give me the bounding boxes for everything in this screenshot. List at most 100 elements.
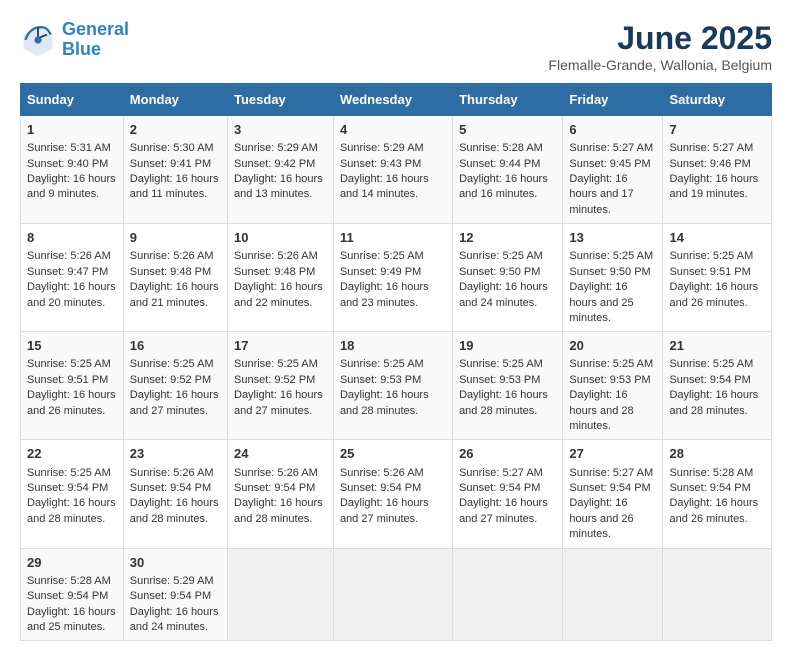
- table-row: 16 Sunrise: 5:25 AM Sunset: 9:52 PM Dayl…: [123, 332, 227, 440]
- sunrise-text: Sunrise: 5:26 AM: [130, 250, 214, 262]
- table-row: 27 Sunrise: 5:27 AM Sunset: 9:54 PM Dayl…: [563, 440, 663, 548]
- sunrise-text: Sunrise: 5:31 AM: [27, 142, 111, 154]
- table-row: 15 Sunrise: 5:25 AM Sunset: 9:51 PM Dayl…: [21, 332, 124, 440]
- daylight-text: Daylight: 16 hours and 24 minutes.: [459, 281, 548, 308]
- table-row: 10 Sunrise: 5:26 AM Sunset: 9:48 PM Dayl…: [228, 224, 334, 332]
- sunset-text: Sunset: 9:53 PM: [569, 374, 650, 386]
- sunset-text: Sunset: 9:54 PM: [27, 590, 108, 602]
- col-wednesday: Wednesday: [333, 84, 452, 116]
- daylight-text: Daylight: 16 hours and 17 minutes.: [569, 173, 633, 216]
- sunset-text: Sunset: 9:41 PM: [130, 158, 211, 170]
- sunset-text: Sunset: 9:51 PM: [27, 374, 108, 386]
- sunset-text: Sunset: 9:54 PM: [340, 482, 421, 494]
- sunrise-text: Sunrise: 5:30 AM: [130, 142, 214, 154]
- daylight-text: Daylight: 16 hours and 16 minutes.: [459, 173, 548, 200]
- daylight-text: Daylight: 16 hours and 23 minutes.: [340, 281, 429, 308]
- sunrise-text: Sunrise: 5:25 AM: [569, 250, 653, 262]
- day-number: 8: [27, 229, 117, 247]
- logo-icon: [20, 22, 56, 58]
- table-row: 7 Sunrise: 5:27 AM Sunset: 9:46 PM Dayli…: [663, 116, 772, 224]
- day-number: 16: [130, 337, 221, 355]
- day-number: 2: [130, 121, 221, 139]
- daylight-text: Daylight: 16 hours and 11 minutes.: [130, 173, 219, 200]
- sunset-text: Sunset: 9:53 PM: [459, 374, 540, 386]
- day-number: 17: [234, 337, 327, 355]
- daylight-text: Daylight: 16 hours and 14 minutes.: [340, 173, 429, 200]
- table-row: 17 Sunrise: 5:25 AM Sunset: 9:52 PM Dayl…: [228, 332, 334, 440]
- day-number: 9: [130, 229, 221, 247]
- daylight-text: Daylight: 16 hours and 13 minutes.: [234, 173, 323, 200]
- sunrise-text: Sunrise: 5:26 AM: [340, 467, 424, 479]
- subtitle: Flemalle-Grande, Wallonia, Belgium: [548, 57, 772, 73]
- day-number: 25: [340, 445, 446, 463]
- daylight-text: Daylight: 16 hours and 28 minutes.: [27, 497, 116, 524]
- daylight-text: Daylight: 16 hours and 27 minutes.: [459, 497, 548, 524]
- table-row: 12 Sunrise: 5:25 AM Sunset: 9:50 PM Dayl…: [453, 224, 563, 332]
- sunrise-text: Sunrise: 5:27 AM: [569, 467, 653, 479]
- sunrise-text: Sunrise: 5:25 AM: [340, 250, 424, 262]
- calendar-table: Sunday Monday Tuesday Wednesday Thursday…: [20, 83, 772, 641]
- calendar-week-row: 15 Sunrise: 5:25 AM Sunset: 9:51 PM Dayl…: [21, 332, 772, 440]
- day-number: 18: [340, 337, 446, 355]
- sunrise-text: Sunrise: 5:25 AM: [234, 358, 318, 370]
- logo-line1: General: [62, 19, 129, 39]
- col-friday: Friday: [563, 84, 663, 116]
- sunset-text: Sunset: 9:52 PM: [130, 374, 211, 386]
- sunrise-text: Sunrise: 5:25 AM: [459, 250, 543, 262]
- daylight-text: Daylight: 16 hours and 27 minutes.: [130, 389, 219, 416]
- daylight-text: Daylight: 16 hours and 21 minutes.: [130, 281, 219, 308]
- sunset-text: Sunset: 9:54 PM: [669, 374, 750, 386]
- day-number: 28: [669, 445, 765, 463]
- sunrise-text: Sunrise: 5:27 AM: [669, 142, 753, 154]
- table-row: 20 Sunrise: 5:25 AM Sunset: 9:53 PM Dayl…: [563, 332, 663, 440]
- daylight-text: Daylight: 16 hours and 9 minutes.: [27, 173, 116, 200]
- daylight-text: Daylight: 16 hours and 20 minutes.: [27, 281, 116, 308]
- day-number: 11: [340, 229, 446, 247]
- sunrise-text: Sunrise: 5:26 AM: [27, 250, 111, 262]
- table-row: 5 Sunrise: 5:28 AM Sunset: 9:44 PM Dayli…: [453, 116, 563, 224]
- day-number: 21: [669, 337, 765, 355]
- sunset-text: Sunset: 9:53 PM: [340, 374, 421, 386]
- daylight-text: Daylight: 16 hours and 27 minutes.: [340, 497, 429, 524]
- sunset-text: Sunset: 9:54 PM: [669, 482, 750, 494]
- sunrise-text: Sunrise: 5:28 AM: [669, 467, 753, 479]
- table-row: 2 Sunrise: 5:30 AM Sunset: 9:41 PM Dayli…: [123, 116, 227, 224]
- sunrise-text: Sunrise: 5:29 AM: [340, 142, 424, 154]
- day-number: 19: [459, 337, 556, 355]
- sunset-text: Sunset: 9:54 PM: [234, 482, 315, 494]
- sunrise-text: Sunrise: 5:25 AM: [669, 358, 753, 370]
- table-row: 23 Sunrise: 5:26 AM Sunset: 9:54 PM Dayl…: [123, 440, 227, 548]
- table-row: [563, 548, 663, 641]
- calendar-week-row: 29 Sunrise: 5:28 AM Sunset: 9:54 PM Dayl…: [21, 548, 772, 641]
- sunset-text: Sunset: 9:52 PM: [234, 374, 315, 386]
- table-row: [663, 548, 772, 641]
- daylight-text: Daylight: 16 hours and 28 minutes.: [234, 497, 323, 524]
- sunrise-text: Sunrise: 5:25 AM: [27, 358, 111, 370]
- day-number: 23: [130, 445, 221, 463]
- sunset-text: Sunset: 9:47 PM: [27, 266, 108, 278]
- col-monday: Monday: [123, 84, 227, 116]
- calendar-week-row: 1 Sunrise: 5:31 AM Sunset: 9:40 PM Dayli…: [21, 116, 772, 224]
- daylight-text: Daylight: 16 hours and 25 minutes.: [569, 281, 633, 324]
- table-row: 29 Sunrise: 5:28 AM Sunset: 9:54 PM Dayl…: [21, 548, 124, 641]
- day-number: 22: [27, 445, 117, 463]
- sunrise-text: Sunrise: 5:25 AM: [340, 358, 424, 370]
- day-number: 4: [340, 121, 446, 139]
- sunrise-text: Sunrise: 5:25 AM: [459, 358, 543, 370]
- daylight-text: Daylight: 16 hours and 28 minutes.: [459, 389, 548, 416]
- sunset-text: Sunset: 9:40 PM: [27, 158, 108, 170]
- day-number: 24: [234, 445, 327, 463]
- calendar-week-row: 8 Sunrise: 5:26 AM Sunset: 9:47 PM Dayli…: [21, 224, 772, 332]
- day-number: 12: [459, 229, 556, 247]
- daylight-text: Daylight: 16 hours and 28 minutes.: [569, 389, 633, 432]
- sunset-text: Sunset: 9:54 PM: [569, 482, 650, 494]
- sunrise-text: Sunrise: 5:28 AM: [27, 575, 111, 587]
- table-row: 9 Sunrise: 5:26 AM Sunset: 9:48 PM Dayli…: [123, 224, 227, 332]
- table-row: 26 Sunrise: 5:27 AM Sunset: 9:54 PM Dayl…: [453, 440, 563, 548]
- day-number: 13: [569, 229, 656, 247]
- sunrise-text: Sunrise: 5:27 AM: [459, 467, 543, 479]
- col-tuesday: Tuesday: [228, 84, 334, 116]
- daylight-text: Daylight: 16 hours and 26 minutes.: [27, 389, 116, 416]
- calendar-header-row: Sunday Monday Tuesday Wednesday Thursday…: [21, 84, 772, 116]
- table-row: 24 Sunrise: 5:26 AM Sunset: 9:54 PM Dayl…: [228, 440, 334, 548]
